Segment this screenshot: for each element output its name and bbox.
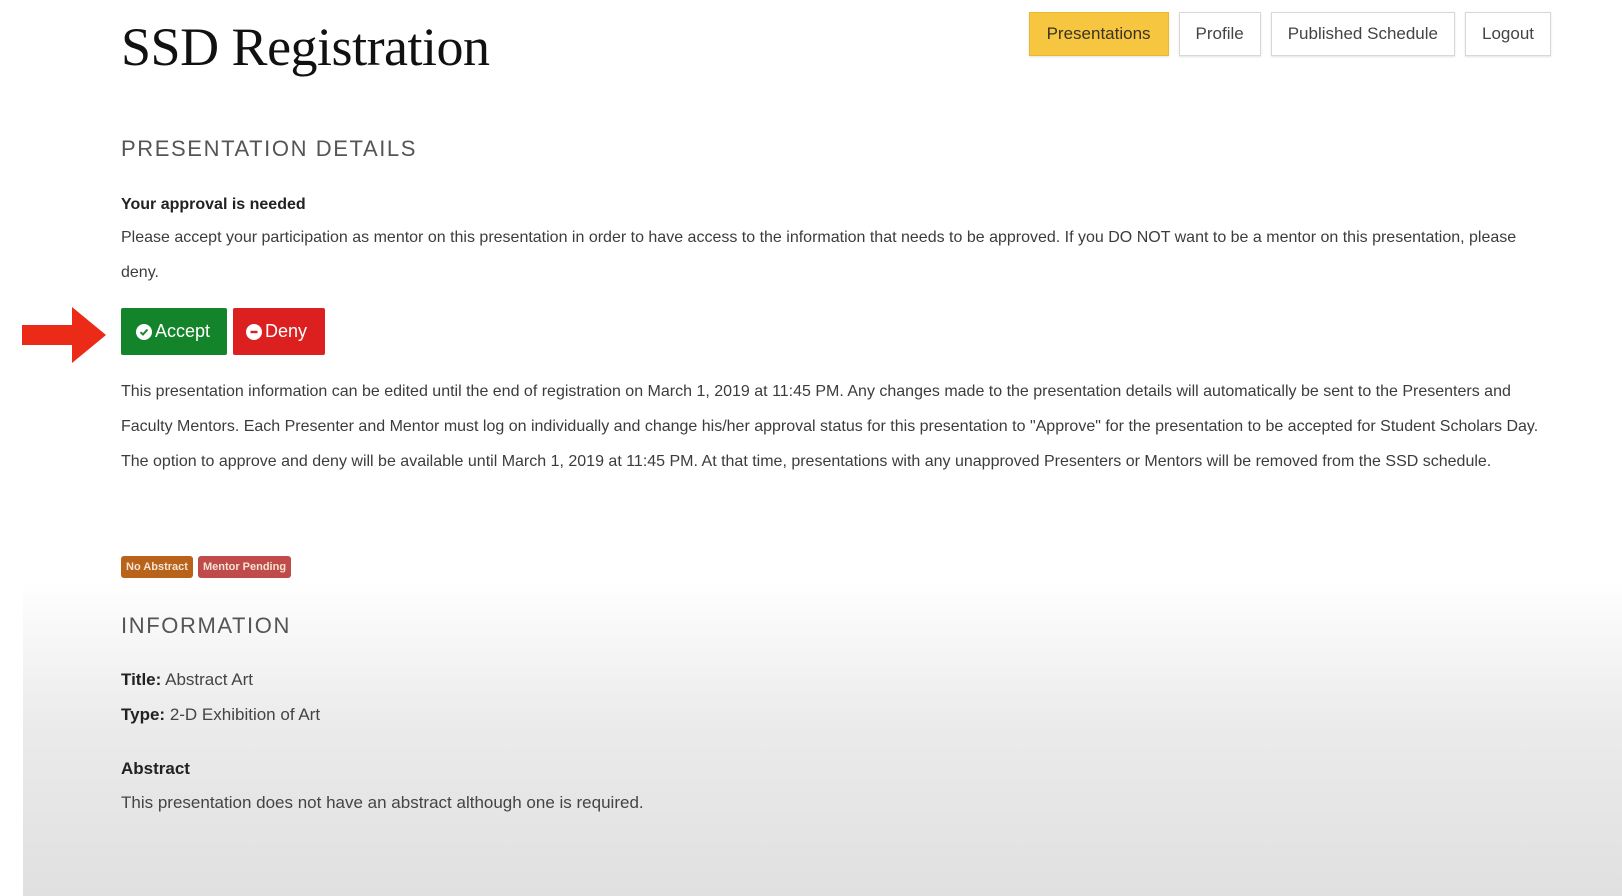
presentation-title-line: Title: Abstract Art	[121, 670, 253, 690]
red-arrow-icon	[22, 307, 106, 363]
minus-circle-icon	[246, 323, 262, 340]
registration-info-text: This presentation information can be edi…	[121, 383, 1539, 470]
nav-published-schedule-button[interactable]: Published Schedule	[1270, 12, 1455, 56]
approval-instructions: Please accept your participation as ment…	[121, 229, 1517, 281]
mentor-pending-badge: Mentor Pending	[197, 556, 292, 578]
presentation-type-line: Type: 2-D Exhibition of Art	[121, 705, 320, 725]
abstract-text: This presentation does not have an abstr…	[121, 793, 644, 812]
status-badges: No Abstract Mentor Pending	[121, 556, 292, 578]
approval-needed-title: Your approval is needed	[121, 196, 306, 213]
accept-button-label: Accept	[155, 321, 211, 341]
nav-presentations-button[interactable]: Presentations	[1028, 12, 1169, 56]
check-circle-icon	[136, 323, 152, 340]
type-value: 2-D Exhibition of Art	[169, 705, 321, 724]
page: SSD Registration Presentations Profile P…	[0, 0, 1622, 896]
accept-button[interactable]: Accept	[121, 308, 227, 355]
deny-button[interactable]: Deny	[233, 308, 325, 355]
information-heading: INFORMATION	[121, 613, 291, 638]
presentation-details-heading: PRESENTATION DETAILS	[121, 136, 418, 161]
type-label: Type:	[121, 705, 166, 724]
deny-button-label: Deny	[265, 321, 308, 341]
approval-actions: Accept Deny	[121, 308, 325, 355]
app-title: SSD Registration	[121, 17, 490, 77]
no-abstract-badge: No Abstract	[121, 556, 193, 578]
nav-logout-button[interactable]: Logout	[1465, 12, 1551, 56]
title-label: Title:	[121, 670, 162, 689]
nav-profile-button[interactable]: Profile	[1178, 12, 1261, 56]
abstract-heading: Abstract	[121, 759, 190, 778]
title-value: Abstract Art	[165, 670, 253, 689]
top-nav: Presentations Profile Published Schedule…	[1028, 12, 1551, 56]
